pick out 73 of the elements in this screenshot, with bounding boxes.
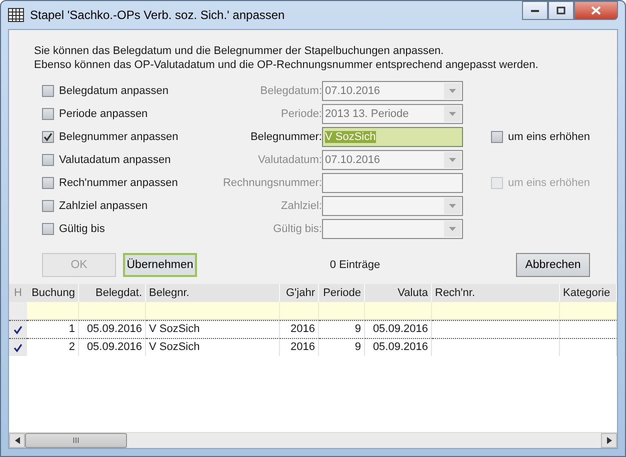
minimize-button[interactable]: [522, 1, 548, 20]
field-label: Belegnummer:: [249, 131, 322, 143]
table-cell: 2016: [280, 320, 319, 338]
dropdown-arrow-icon: [449, 158, 456, 162]
maximize-button[interactable]: [548, 1, 574, 20]
dropdown-arrow-icon: [449, 112, 456, 116]
row-header[interactable]: [9, 338, 27, 356]
table-icon: [8, 8, 24, 22]
table-cell: 05.09.2016: [365, 320, 432, 338]
intro-text: Sie können das Belegdatum und die Belegnummer der Stapelbuchungen anpassen.: [34, 44, 445, 58]
increment-checkbox[interactable]: um eins erhöhen: [491, 131, 621, 143]
option-checkbox[interactable]: Belegnummer anpassen: [42, 131, 214, 143]
dropdown-arrow-icon: [449, 204, 456, 208]
option-checkbox[interactable]: Zahlziel anpassen: [42, 200, 214, 212]
row-header[interactable]: [9, 320, 27, 338]
column-header[interactable]: Periode: [319, 284, 365, 302]
field-label: Periode:: [280, 108, 322, 120]
table-cell: 2: [27, 338, 79, 356]
right-arrow-icon: [606, 437, 612, 444]
table-cell: 1: [27, 320, 79, 338]
marker-header: H: [9, 284, 27, 302]
left-arrow-icon: [14, 437, 20, 444]
dropdown-arrow-icon: [449, 89, 456, 93]
table-cell: 9: [319, 338, 365, 356]
minimize-icon: [530, 8, 540, 12]
filter-cell[interactable]: [27, 302, 79, 320]
table-cell: 05.09.2016: [79, 320, 146, 338]
window-title: Stapel 'Sachko.-OPs Verb. soz. Sich.' anpassen: [30, 8, 286, 22]
column-header[interactable]: Rech'nr.: [432, 284, 560, 302]
filter-cell[interactable]: [319, 302, 365, 320]
table-cell: 05.09.2016: [365, 338, 432, 356]
close-button[interactable]: [574, 1, 618, 20]
cancel-button[interactable]: Abbrechen: [516, 253, 590, 277]
table-cell: 05.09.2016: [79, 338, 146, 356]
table-cell: V SozSich: [146, 320, 280, 338]
apply-button[interactable]: Übernehmen: [123, 253, 197, 277]
scroll-right-button[interactable]: [601, 433, 617, 448]
intro-text: Ebenso können das OP-Valutadatum und die OP-Rechnungsnummer entsprechend angepasst werden.: [34, 58, 540, 72]
checkmark-icon: [43, 132, 53, 142]
table-cell: V SozSich: [146, 338, 280, 356]
filter-cell[interactable]: [280, 302, 319, 320]
option-checkbox[interactable]: Periode anpassen: [42, 108, 214, 120]
entry-count: 0 Einträge: [328, 259, 382, 271]
table-cell: [560, 338, 617, 356]
filter-cell[interactable]: [432, 302, 560, 320]
filter-cell[interactable]: [560, 302, 617, 320]
field-label: Valutadatum:: [256, 154, 322, 166]
column-header[interactable]: Belegnr.: [146, 284, 280, 302]
table-cell: 2016: [280, 338, 319, 356]
field-label: Rechnungsnummer:: [222, 177, 322, 189]
close-icon: [591, 6, 601, 15]
scroll-left-button[interactable]: [9, 433, 25, 448]
field-label: Gültig bis:: [272, 223, 322, 235]
option-checkbox[interactable]: Valutadatum anpassen: [42, 154, 214, 166]
field-label: Zahlziel:: [280, 200, 322, 212]
maximize-icon: [556, 6, 566, 15]
option-checkbox[interactable]: Gültig bis: [42, 223, 214, 235]
dropdown-arrow-icon: [449, 227, 456, 231]
option-checkbox[interactable]: Rech'nummer anpassen: [42, 177, 214, 189]
horizontal-scrollbar[interactable]: III: [9, 432, 617, 448]
column-header[interactable]: Valuta: [365, 284, 432, 302]
filter-cell[interactable]: [79, 302, 146, 320]
column-header[interactable]: Belegdat.: [79, 284, 146, 302]
filter-cell[interactable]: [146, 302, 280, 320]
table-cell: [560, 320, 617, 338]
scroll-thumb[interactable]: III: [25, 433, 127, 448]
field-label: Belegdatum:: [259, 85, 322, 97]
table-cell: 9: [319, 320, 365, 338]
option-checkbox[interactable]: Belegdatum anpassen: [42, 85, 214, 97]
filter-cell[interactable]: [365, 302, 432, 320]
column-header[interactable]: G'jahr: [280, 284, 319, 302]
column-header[interactable]: Buchung: [27, 284, 79, 302]
column-header[interactable]: Kategorie: [560, 284, 617, 302]
